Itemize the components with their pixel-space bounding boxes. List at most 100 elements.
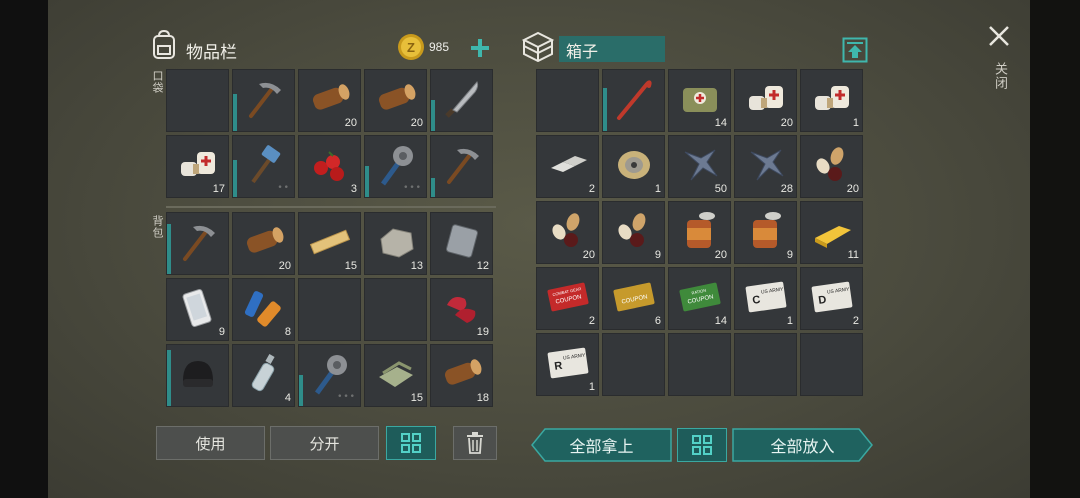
item-count: 14 <box>714 117 727 129</box>
pocket-slot[interactable] <box>430 69 493 132</box>
item-count: 20 <box>410 117 423 129</box>
box-slot[interactable] <box>668 333 731 396</box>
upload-icon[interactable] <box>842 37 868 63</box>
pocket-slot[interactable]: 20 <box>364 69 427 132</box>
bandage-icon <box>809 76 855 122</box>
log-icon <box>307 76 353 122</box>
pocket-slot[interactable] <box>430 135 493 198</box>
durability-bar <box>167 350 171 406</box>
box-slot[interactable]: 9 <box>602 201 665 264</box>
box-slot[interactable]: 2 <box>536 135 599 198</box>
trash-button[interactable] <box>453 426 497 460</box>
box-slot[interactable] <box>602 333 665 396</box>
backpack-slot[interactable]: 15 <box>298 212 361 275</box>
wire-spool-icon <box>611 142 657 188</box>
crowbar-icon <box>611 76 657 122</box>
box-slot[interactable] <box>536 69 599 132</box>
pocket-slot[interactable]: 20 <box>298 69 361 132</box>
right-letterbox <box>1030 0 1080 498</box>
backpack-slot[interactable] <box>166 212 229 275</box>
put-all-button[interactable]: 全部放入 <box>732 428 873 462</box>
item-count: 15 <box>344 260 357 272</box>
close-label[interactable]: 关闭 <box>990 62 1009 90</box>
pockets-label: 口袋 <box>151 70 164 94</box>
box-slot[interactable]: 1 <box>800 69 863 132</box>
tin-can-icon <box>743 208 789 254</box>
box-slot[interactable]: 20 <box>536 201 599 264</box>
backpack-slot[interactable]: 8 <box>232 278 295 341</box>
seeds-icon <box>809 142 855 188</box>
backpack-slot[interactable]: 4 <box>232 344 295 407</box>
box-slot[interactable]: COUPON RATION 14 <box>668 267 731 330</box>
pocket-slot[interactable]: ••• <box>364 135 427 198</box>
pocket-slot[interactable] <box>166 69 229 132</box>
backpack-slot[interactable]: 19 <box>430 278 493 341</box>
backpack-slot[interactable]: ••• <box>298 344 361 407</box>
item-count: 14 <box>714 315 727 327</box>
box-slot[interactable]: D US ARMY 2 <box>800 267 863 330</box>
use-button[interactable]: 使用 <box>156 426 265 460</box>
item-count: 18 <box>476 392 489 404</box>
scrap-icon <box>743 142 789 188</box>
backpack-slot[interactable] <box>166 344 229 407</box>
sort-right-button[interactable] <box>677 428 727 462</box>
backpack-slot[interactable]: 18 <box>430 344 493 407</box>
box-slot[interactable]: 20 <box>668 201 731 264</box>
coupon-icon: COUPON COMBAT GEAR <box>545 274 591 320</box>
item-count: 1 <box>654 183 661 195</box>
close-icon[interactable] <box>988 25 1010 47</box>
split-button[interactable]: 分开 <box>270 426 379 460</box>
box-slot[interactable]: 9 <box>734 201 797 264</box>
item-count: 2 <box>588 315 595 327</box>
take-all-button[interactable]: 全部拿上 <box>531 428 672 462</box>
stone-icon <box>373 219 419 265</box>
log-icon <box>241 219 287 265</box>
box-slot[interactable]: R US ARMY 1 <box>536 333 599 396</box>
inventory-title: 物品栏 <box>186 43 237 63</box>
durability-bar <box>431 100 435 131</box>
box-slot[interactable]: 20 <box>800 135 863 198</box>
box-slot[interactable]: 14 <box>668 69 731 132</box>
sort-left-button[interactable] <box>386 426 436 460</box>
backpack-slot[interactable]: 9 <box>166 278 229 341</box>
ingot-icon <box>545 142 591 188</box>
item-count: 13 <box>410 260 423 272</box>
saw-club-icon <box>307 351 353 397</box>
add-coins-icon[interactable] <box>470 38 490 58</box>
box-slot[interactable]: 20 <box>734 69 797 132</box>
upgrade-dots: •• <box>277 183 290 193</box>
backpack-slot[interactable]: 13 <box>364 212 427 275</box>
army-card-icon: D US ARMY <box>809 274 855 320</box>
backpack-slot[interactable] <box>364 278 427 341</box>
item-count: 1 <box>852 117 859 129</box>
pocket-slot[interactable]: 3 <box>298 135 361 198</box>
backpack-slot[interactable]: 15 <box>364 344 427 407</box>
box-slot[interactable] <box>602 69 665 132</box>
box-slot[interactable]: 11 <box>800 201 863 264</box>
tin-can-icon <box>677 208 723 254</box>
pocket-slot[interactable]: 17 <box>166 135 229 198</box>
box-slot[interactable] <box>800 333 863 396</box>
box-grid-frame: 14 20 1 2 1 50 28 20 20 9 20 9 11 COUPON COMBAT GEAR 2 C… <box>536 69 869 409</box>
seeds-icon <box>545 208 591 254</box>
box-slot[interactable]: C US ARMY 1 <box>734 267 797 330</box>
coin-icon: Z <box>398 34 424 60</box>
backpack-label: 背包 <box>151 215 164 239</box>
item-count: 2 <box>588 183 595 195</box>
seeds-icon <box>611 208 657 254</box>
box-slot[interactable] <box>734 333 797 396</box>
backpack-icon <box>153 30 175 59</box>
item-count: 15 <box>410 392 423 404</box>
backpack-slot[interactable]: 20 <box>232 212 295 275</box>
backpack-slot[interactable] <box>298 278 361 341</box>
box-slot[interactable]: COUPON 6 <box>602 267 665 330</box>
item-count: 9 <box>218 326 225 338</box>
box-slot[interactable]: 50 <box>668 135 731 198</box>
box-slot[interactable]: 1 <box>602 135 665 198</box>
box-slot[interactable]: COUPON COMBAT GEAR 2 <box>536 267 599 330</box>
pocket-slot[interactable] <box>232 69 295 132</box>
box-slot[interactable]: 28 <box>734 135 797 198</box>
pocket-slot[interactable]: •• <box>232 135 295 198</box>
item-count: 17 <box>212 183 225 195</box>
backpack-slot[interactable]: 12 <box>430 212 493 275</box>
